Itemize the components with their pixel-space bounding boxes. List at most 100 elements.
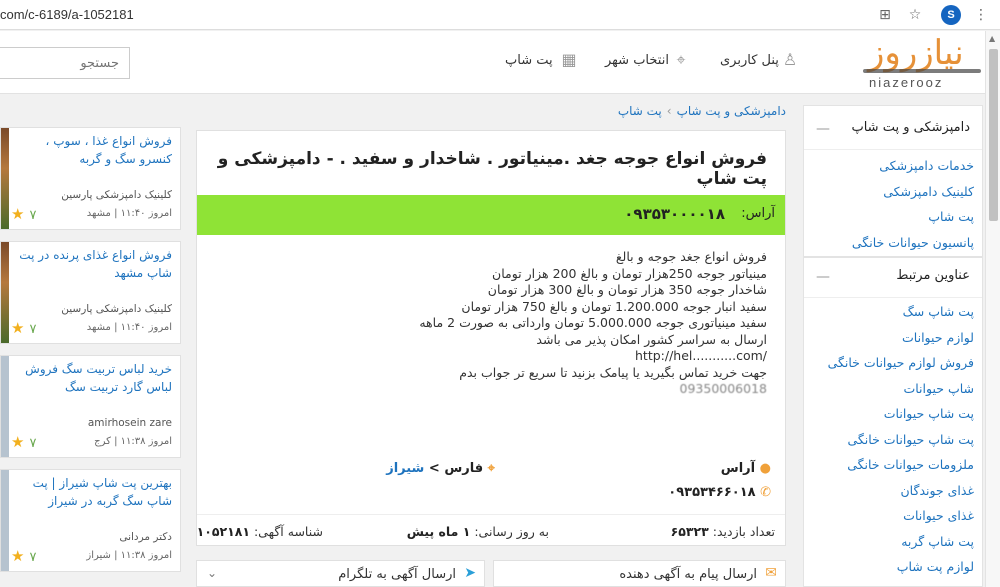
sidebar-item-vet-clinic[interactable]: کلینیک دامپزشکی <box>804 179 982 205</box>
related-ad-rating: ۷ <box>29 550 37 565</box>
person-icon: ● <box>759 461 771 476</box>
sidebar-category-title[interactable]: دامپزشکی و پت شاپ — <box>804 106 982 150</box>
related-ad-title[interactable]: بهترین پت شاپ شیراز | پت شاپ سگ گربه در … <box>12 474 172 510</box>
location-province[interactable]: فارس <box>444 461 483 476</box>
bookmark-star-icon[interactable]: ☆ <box>906 6 924 24</box>
related-ad-rating: ۷ <box>29 436 37 451</box>
breadcrumb-separator: › <box>666 104 672 118</box>
send-telegram-button[interactable]: ➤ ارسال آگهی به تلگرام ⌄ <box>196 560 485 587</box>
seller-name: آراس <box>720 461 756 476</box>
search-input[interactable] <box>0 48 129 78</box>
browser-menu-icon[interactable]: ⋮ <box>972 6 990 24</box>
last-updated: به روز رسانی: ۱ ماه پیش <box>406 524 549 539</box>
ad-id: شناسه آگهی: ۱۰۵۲۱۸۱ <box>196 524 323 539</box>
collapse-icon[interactable]: — <box>816 269 830 285</box>
breadcrumb-item-petshop[interactable]: پت شاپ <box>618 104 662 118</box>
related-ad-meta: امروز ۱۱:۴۰ | مشهد <box>86 322 172 333</box>
envelope-icon: ✉ <box>765 565 777 581</box>
ad-description-line: 09350006018 <box>679 381 767 396</box>
related-ad-title[interactable]: فروش انواع غذای پرنده در پت شاپ مشهد <box>12 246 172 282</box>
url-text[interactable]: com/c-6189/a-1052181 <box>0 7 134 22</box>
ad-description-line: مینیاتور جوجه 250هزار تومان و بالغ 200 ه… <box>492 265 767 281</box>
sidebar-category-panel: دامپزشکی و پت شاپ — خدمات دامپزشکی کلینی… <box>803 105 983 257</box>
sidebar-related-title[interactable]: عناوین مرتبط — <box>804 258 982 298</box>
user-icon[interactable]: ♙ <box>781 51 799 69</box>
collapse-icon[interactable]: — <box>816 121 830 137</box>
visit-count: تعداد بازدید: ۶۵۳۲۳ <box>670 524 775 539</box>
related-ad-card[interactable]: بهترین پت شاپ شیراز | پت شاپ سگ گربه در … <box>0 469 181 572</box>
sidebar-item-pet-shop[interactable]: پت شاپ <box>804 204 982 230</box>
nav-user-panel[interactable]: پنل کاربری <box>720 53 779 68</box>
breadcrumb-item-vet-petshop[interactable]: دامپزشکی و پت شاپ <box>677 104 786 118</box>
ad-description-link[interactable]: http://hel...........com/ <box>227 348 767 365</box>
browser-address-bar: com/c-6189/a-1052181 ⊞ ☆ S ⋮ <box>0 0 1000 30</box>
location-pin-icon: ⌖ <box>487 461 495 476</box>
search-box[interactable] <box>0 47 130 79</box>
related-ad-meta: امروز ۱۱:۳۸ | شیراز <box>86 550 172 561</box>
ad-description-line: ارسال به سراسر کشور امکان پذیر می باشد <box>536 331 767 347</box>
seller-phone-secondary[interactable]: ۰۹۳۵۳۴۶۶۰۱۸ <box>668 485 755 500</box>
ad-stats-row: تعداد بازدید: ۶۵۳۲۳ به روز رسانی: ۱ ماه … <box>197 514 785 546</box>
ad-description-line: فروش انواع جغد جوجه و بالغ <box>615 249 767 264</box>
seller-phone-bar: آراس: ۰۹۳۵۳۰۰۰۰۱۸ <box>197 195 785 235</box>
scroll-up-arrow-icon[interactable]: ▲ <box>989 34 995 43</box>
seller-phone[interactable]: ۰۹۳۵۳۰۰۰۰۱۸ <box>624 205 725 223</box>
logo-english: niazerooz <box>869 75 944 90</box>
rating-star-icon: ★ ۷ <box>11 547 37 565</box>
related-ad-poster: کلینیک دامپزشکی پارسین <box>61 303 172 315</box>
related-link[interactable]: لوازم پت شاپ <box>804 554 982 580</box>
related-ad-meta: امروز ۱۱:۳۸ | کرج <box>94 436 172 447</box>
page-scrollbar[interactable]: ▲ <box>985 31 1000 587</box>
ad-description: فروش انواع جغد جوجه و بالغ مینیاتور جوجه… <box>227 249 767 398</box>
related-link[interactable]: ملزومات حیوانات خانگی <box>804 452 982 478</box>
translate-icon[interactable]: ⊞ <box>876 6 894 24</box>
ad-detail-card: فروش انواع جوجه جغد .مینیاتور . شاخدار و… <box>196 130 786 546</box>
related-ad-thumbnail[interactable] <box>1 128 9 229</box>
related-ad-meta: امروز ۱۱:۴۰ | مشهد <box>86 208 172 219</box>
related-ad-title[interactable]: فروش انواع غذا ، سوپ ، کنسرو سگ و گربه <box>12 132 172 168</box>
related-ad-thumbnail[interactable] <box>1 242 9 343</box>
location-pin-icon[interactable]: ⌖ <box>672 51 690 69</box>
telegram-icon: ➤ <box>464 565 476 581</box>
ad-title: فروش انواع جوجه جغد .مینیاتور . شاخدار و… <box>217 149 767 189</box>
related-ad-card[interactable]: فروش انواع غذا ، سوپ ، کنسرو سگ و گربه ک… <box>0 127 181 230</box>
sidebar-item-vet-services[interactable]: خدمات دامپزشکی <box>804 153 982 179</box>
breadcrumb: دامپزشکی و پت شاپ › پت شاپ <box>560 104 786 118</box>
related-link[interactable]: غذای حیوانات <box>804 503 982 529</box>
related-link[interactable]: پت شاپ حیوانات <box>804 401 982 427</box>
related-link[interactable]: فروش لوازم حیوانات خانگی <box>804 350 982 376</box>
nav-select-city[interactable]: انتخاب شهر <box>605 53 669 68</box>
related-ad-poster: دکتر مردانی <box>119 531 172 543</box>
rating-star-icon: ★ ۷ <box>11 319 37 337</box>
related-ad-poster: کلینیک دامپزشکی پارسین <box>61 189 172 201</box>
related-link[interactable]: شاپ حیوانات <box>804 376 982 402</box>
related-link[interactable]: غذای جوندگان <box>804 478 982 504</box>
chevron-down-icon[interactable]: ⌄ <box>207 566 217 580</box>
site-header: ▦ پت شاپ ⌖ انتخاب شهر ♙ پنل کاربری نیازر… <box>0 31 1000 94</box>
related-link[interactable]: پت شاپ گربه <box>804 529 982 555</box>
scroll-thumb[interactable] <box>989 49 998 221</box>
related-ad-thumbnail[interactable] <box>1 356 9 457</box>
related-link[interactable]: پت شاپ حیوانات خانگی <box>804 427 982 453</box>
seller-phone-secondary-row: ✆ ۰۹۳۵۳۴۶۶۰۱۸ <box>668 485 771 500</box>
rating-star-icon: ★ ۷ <box>11 205 37 223</box>
related-link[interactable]: پت شاپ سگ <box>804 299 982 325</box>
grid-icon[interactable]: ▦ <box>560 51 578 69</box>
seller-location-row: ● آراس ⌖ فارس > شیراز <box>197 457 785 481</box>
nav-pet-shop[interactable]: پت شاپ <box>505 53 553 68</box>
logo-swoosh <box>863 69 981 73</box>
phone-icon: ✆ <box>760 485 771 500</box>
profile-avatar[interactable]: S <box>941 5 961 25</box>
sidebar-related-panel: عناوین مرتبط — پت شاپ سگ لوازم حیوانات ف… <box>803 257 983 587</box>
related-ad-poster: amirhosein zare <box>87 417 172 429</box>
related-ad-thumbnail[interactable] <box>1 470 9 571</box>
logo-persian: نیازروز <box>868 33 964 73</box>
message-advertiser-button[interactable]: ✉ ارسال پیام به آگهی دهنده <box>493 560 786 587</box>
location-city[interactable]: شیراز <box>386 461 424 476</box>
related-ad-title[interactable]: خرید لباس تربیت سگ فروش لباس گارد تربیت … <box>12 360 172 396</box>
related-link[interactable]: لوازم حیوانات <box>804 325 982 351</box>
related-ad-card[interactable]: فروش انواع غذای پرنده در پت شاپ مشهد کلی… <box>0 241 181 344</box>
ad-description-line: جهت خرید تماس بگیرید یا پیامک بزنید تا س… <box>459 364 767 380</box>
related-ad-card[interactable]: خرید لباس تربیت سگ فروش لباس گارد تربیت … <box>0 355 181 458</box>
sidebar-item-pet-boarding[interactable]: پانسیون حیوانات خانگی <box>804 230 982 256</box>
